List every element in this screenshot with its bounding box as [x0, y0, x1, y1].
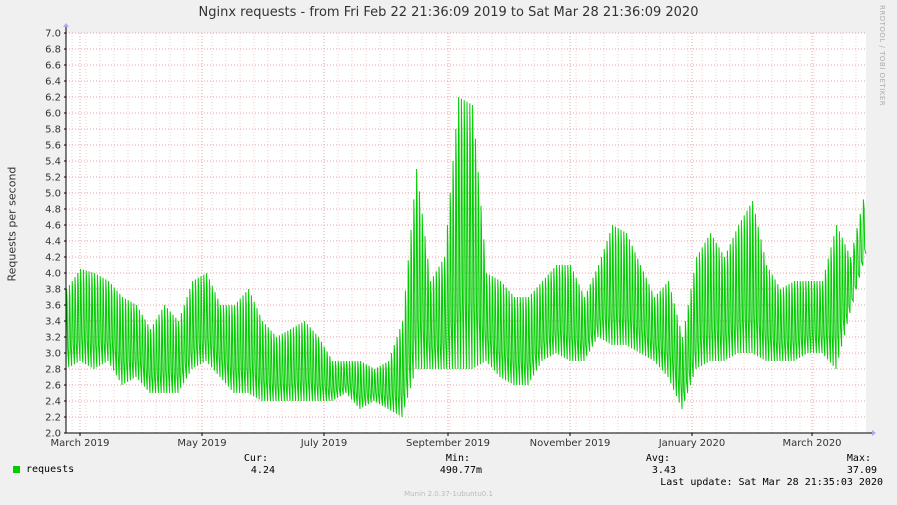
y-tick-label: 6.0 [45, 109, 61, 120]
y-tick-label: 3.0 [45, 349, 61, 360]
last-update-text: Last update: Sat Mar 28 21:35:03 2020 [660, 477, 883, 488]
cur-label: Cur: [243, 453, 268, 464]
y-tick-label: 3.4 [45, 317, 61, 328]
y-axis-arrow [63, 23, 69, 27]
max-label: Max: [846, 453, 871, 464]
chart-canvas: 2.02.22.42.62.83.03.23.43.63.84.04.24.44… [45, 23, 876, 449]
y-tick-label: 4.0 [45, 269, 61, 280]
y-tick-label: 5.0 [45, 189, 61, 200]
x-tick-label: May 2019 [177, 438, 226, 449]
x-tick-label: March 2020 [782, 438, 841, 449]
y-tick-label: 2.4 [45, 397, 61, 408]
y-tick-label: 4.6 [45, 221, 61, 232]
legend-swatch-requests [13, 466, 20, 473]
y-tick-label: 4.8 [45, 205, 61, 216]
y-tick-label: 5.2 [45, 173, 61, 184]
y-tick-label: 5.8 [45, 125, 61, 136]
avg-value: 3.43 [651, 465, 676, 476]
x-tick-label: September 2019 [406, 438, 490, 449]
munin-version-footer: Munin 2.0.37-1ubuntu0.1 [404, 490, 493, 498]
y-tick-label: 2.2 [45, 413, 61, 424]
x-axis-arrow [872, 430, 876, 436]
y-tick-label: 6.2 [45, 93, 61, 104]
y-tick-label: 7.0 [45, 29, 61, 40]
x-tick-label: July 2019 [300, 438, 348, 449]
y-tick-label: 3.2 [45, 333, 61, 344]
y-tick-label: 2.8 [45, 365, 61, 376]
y-tick-label: 6.8 [45, 45, 61, 56]
x-tick-label: March 2019 [50, 438, 109, 449]
y-tick-label: 5.4 [45, 157, 61, 168]
legend-label-requests: requests [26, 464, 75, 475]
y-tick-label: 2.6 [45, 381, 61, 392]
y-tick-label: 3.6 [45, 301, 61, 312]
y-tick-label: 3.8 [45, 285, 61, 296]
y-tick-label: 5.6 [45, 141, 61, 152]
x-tick-label: January 2020 [658, 438, 726, 449]
min-label: Min: [445, 453, 470, 464]
y-tick-label: 4.2 [45, 253, 61, 264]
y-tick-label: 4.4 [45, 237, 61, 248]
cur-value: 4.24 [250, 465, 275, 476]
y-tick-label: 6.4 [45, 77, 61, 88]
x-tick-label: November 2019 [530, 438, 611, 449]
avg-label: Avg: [645, 453, 670, 464]
max-value: 37.09 [846, 465, 877, 476]
min-value: 490.77m [439, 465, 482, 476]
y-tick-label: 6.6 [45, 61, 61, 72]
